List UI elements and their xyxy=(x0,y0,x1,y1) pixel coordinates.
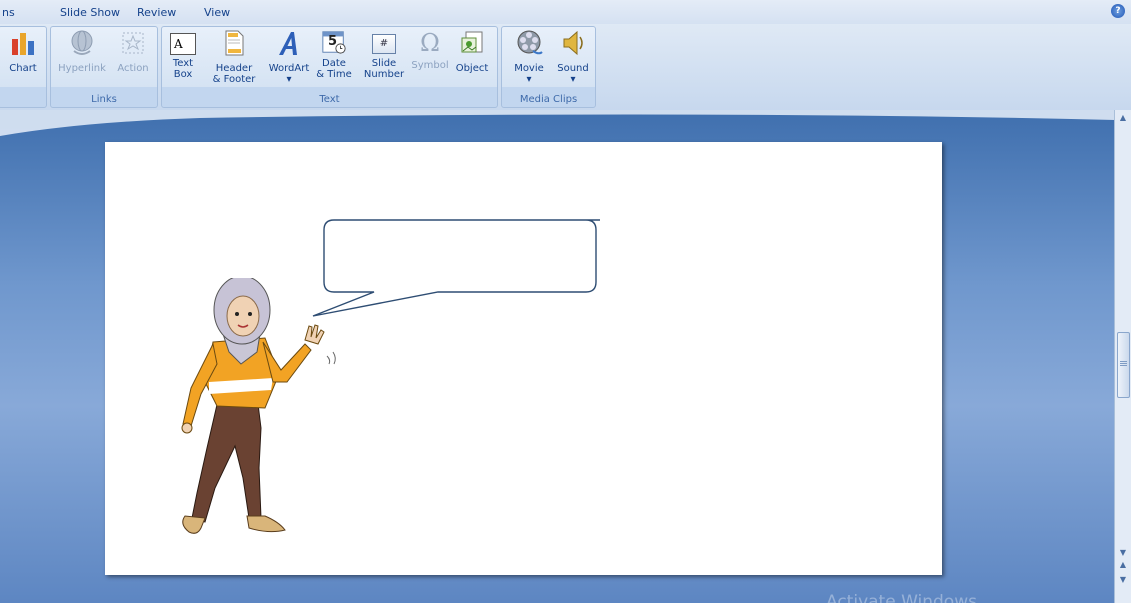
textbox-label-1: Text xyxy=(172,58,194,69)
chart-icon xyxy=(12,33,34,55)
action-button[interactable]: Action xyxy=(113,29,153,74)
header-footer-button[interactable]: Header & Footer xyxy=(206,29,262,85)
chart-button[interactable]: Chart xyxy=(3,29,43,74)
activate-windows-watermark: Activate Windows xyxy=(826,592,977,603)
omega-glyph: Ω xyxy=(420,29,440,57)
textbox-glyph: A xyxy=(174,37,183,51)
symbol-label: Symbol xyxy=(411,60,449,71)
ribbon-tab-bar: ns Slide Show Review View ? xyxy=(0,0,1131,24)
group-label-links: Links xyxy=(91,94,117,105)
vertical-scrollbar[interactable]: ▲ ▼ ▲ ▼ xyxy=(1114,110,1131,603)
object-button[interactable]: Object xyxy=(452,29,492,74)
object-label: Object xyxy=(455,63,489,74)
date-time-label-2: & Time xyxy=(316,69,352,80)
speaker-icon xyxy=(563,30,583,56)
group-label-media: Media Clips xyxy=(519,94,578,105)
grip-icon xyxy=(1120,361,1127,362)
sound-button[interactable]: Sound ▾ xyxy=(552,29,594,85)
scroll-up-arrow-icon[interactable]: ▲ xyxy=(1115,113,1131,122)
previous-slide-icon[interactable]: ▲ xyxy=(1115,560,1131,569)
film-reel-icon xyxy=(517,30,543,55)
slide-number-label-1: Slide xyxy=(371,58,397,69)
slide-number-glyph: # xyxy=(379,38,389,49)
group-text: A Text Box Header & Footer WordArt ▾ 5 D… xyxy=(161,26,498,108)
wordart-icon xyxy=(279,32,297,55)
calendar-digit: 5 xyxy=(328,34,338,49)
sound-label-2: ▾ xyxy=(570,74,576,85)
ribbon: Chart Hyperlink Action Links A Text Box … xyxy=(0,24,1131,111)
next-slide-icon[interactable]: ▼ xyxy=(1115,575,1131,584)
wordart-button[interactable]: WordArt ▾ xyxy=(264,29,314,85)
slide-number-icon: # xyxy=(372,34,396,54)
symbol-button[interactable]: Ω Symbol xyxy=(408,29,452,71)
slide-editing-canvas: Activate Windows xyxy=(0,110,1115,603)
wordart-label-1: WordArt xyxy=(268,63,310,74)
scroll-down-arrow-icon[interactable]: ▼ xyxy=(1115,548,1131,557)
header-footer-icon xyxy=(225,30,244,56)
movie-label-1: Movie xyxy=(514,63,544,74)
textbox-button[interactable]: A Text Box xyxy=(168,29,198,80)
wordart-label-2: ▾ xyxy=(286,74,292,85)
movie-label-2: ▾ xyxy=(526,74,532,85)
hyperlink-globe-icon xyxy=(71,30,93,55)
textbox-icon: A xyxy=(170,33,196,55)
help-icon[interactable]: ? xyxy=(1111,4,1125,18)
object-icon xyxy=(461,31,483,53)
sound-label-1: Sound xyxy=(557,63,589,74)
tab-slide-show[interactable]: Slide Show xyxy=(60,6,120,19)
action-label: Action xyxy=(117,63,149,74)
header-footer-label-2: & Footer xyxy=(212,74,256,85)
waving-girl-illustration xyxy=(181,278,336,534)
group-media-clips: Movie ▾ Sound ▾ Media Clips xyxy=(501,26,596,108)
hyperlink-button[interactable]: Hyperlink xyxy=(57,29,107,74)
tab-partial[interactable]: ns xyxy=(2,6,15,19)
header-footer-label-1: Header xyxy=(215,63,253,74)
slide-number-button[interactable]: # Slide Number xyxy=(362,29,406,80)
group-links: Hyperlink Action Links xyxy=(50,26,158,108)
movie-button[interactable]: Movie ▾ xyxy=(508,29,550,85)
tab-review[interactable]: Review xyxy=(137,6,176,19)
date-time-label-1: Date xyxy=(322,58,346,69)
action-star-icon xyxy=(122,32,144,54)
omega-icon: Ω xyxy=(416,29,444,57)
textbox-label-2: Box xyxy=(173,69,193,80)
scrollbar-thumb[interactable] xyxy=(1117,332,1130,398)
group-label-text: Text xyxy=(319,94,340,105)
tab-view[interactable]: View xyxy=(204,6,230,19)
hyperlink-label: Hyperlink xyxy=(58,63,106,74)
date-time-button[interactable]: 5 Date & Time xyxy=(314,29,354,80)
slide-number-label-2: Number xyxy=(363,69,405,80)
slide[interactable] xyxy=(105,142,942,575)
calendar-icon: 5 xyxy=(321,29,347,55)
group-illustrations-partial: Chart xyxy=(0,26,47,108)
chart-label: Chart xyxy=(9,63,37,74)
